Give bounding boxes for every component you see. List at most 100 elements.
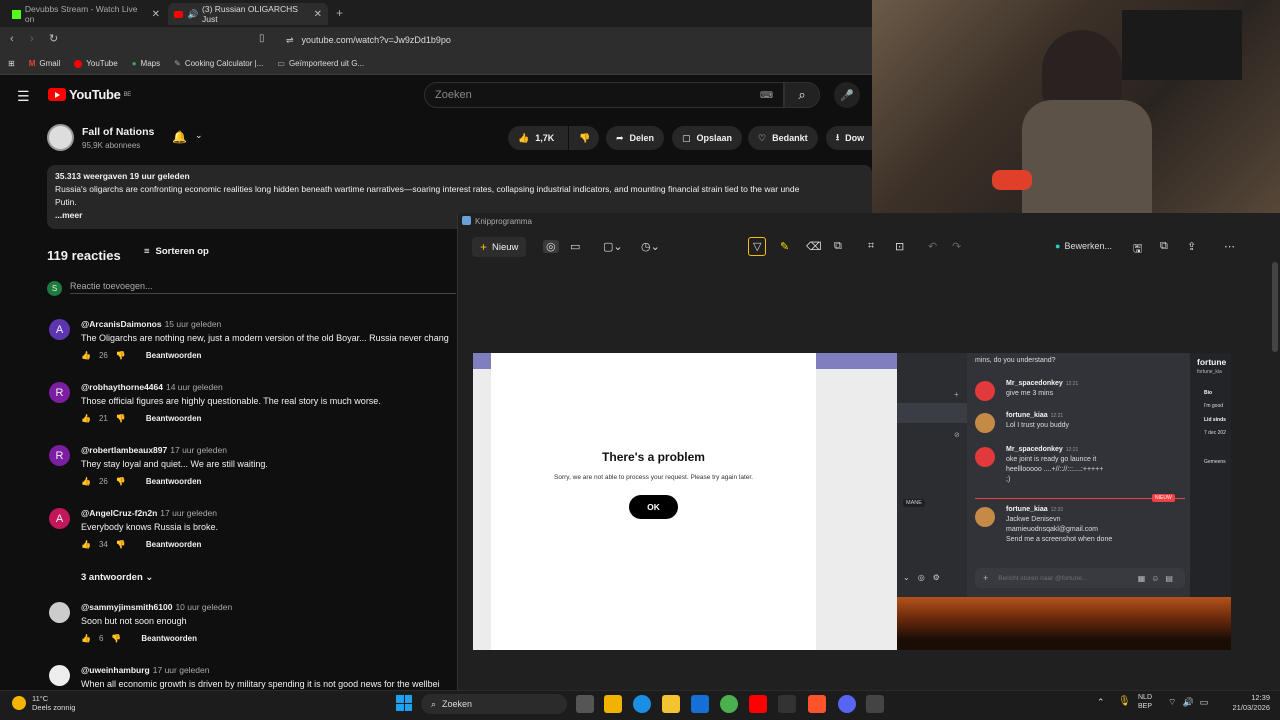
- redo-icon[interactable]: ↷: [952, 240, 961, 253]
- url-field[interactable]: ⇌ youtube.com/watch?v=Jw9zDd1b9po: [280, 31, 866, 49]
- download-button[interactable]: ⭳ Dow: [826, 126, 872, 150]
- youtube-app-icon[interactable]: [749, 695, 767, 713]
- bookmark-cooking[interactable]: ✎ Cooking Calculator |...: [174, 59, 263, 68]
- start-button[interactable]: [396, 695, 412, 711]
- tab-devubbs[interactable]: Devubbs Stream - Watch Live on ✕: [6, 3, 166, 25]
- new-snip-button[interactable]: + Nieuw: [472, 237, 527, 257]
- calculator-icon[interactable]: [778, 695, 796, 713]
- bookmark-icon[interactable]: ▯: [259, 33, 265, 44]
- comment-author[interactable]: @sammyjimsmith6100 10 uur geleden: [81, 602, 232, 612]
- microphone-icon[interactable]: 🎙: [1118, 696, 1131, 707]
- comment-author[interactable]: @AngelCruz-f2n2n 17 uur geleden: [81, 508, 217, 518]
- comment-avatar[interactable]: A: [49, 319, 70, 340]
- comment-avatar[interactable]: R: [49, 382, 70, 403]
- highlighter-icon[interactable]: ✎: [780, 240, 789, 253]
- reload-icon[interactable]: ↻: [49, 32, 58, 45]
- thumbs-up-icon[interactable]: 👍: [81, 414, 91, 423]
- comment-avatar[interactable]: [49, 665, 70, 686]
- back-icon[interactable]: ‹: [10, 33, 14, 45]
- close-icon[interactable]: ✕: [314, 9, 322, 20]
- timer-icon[interactable]: ◷⌄: [641, 240, 660, 253]
- thanks-button[interactable]: ♡ Bedankt: [748, 126, 818, 150]
- youtube-logo[interactable]: YouTube BE: [48, 87, 131, 102]
- copy-icon[interactable]: ⧉: [1160, 240, 1168, 253]
- profile-name: fortune: [1197, 357, 1227, 367]
- add-comment-input[interactable]: Reactie toevoegen...: [70, 281, 456, 294]
- reply-button[interactable]: Beantwoorden: [146, 540, 202, 549]
- edge-icon[interactable]: [633, 695, 651, 713]
- camera-icon[interactable]: ◎: [543, 240, 559, 253]
- reply-button[interactable]: Beantwoorden: [146, 477, 202, 486]
- comment-author[interactable]: @ArcanisDaimonos 15 uur geleden: [81, 319, 221, 329]
- reply-button[interactable]: Beantwoorden: [146, 351, 202, 360]
- clock[interactable]: 12:39 21/03/2026: [1208, 693, 1270, 713]
- new-tab-icon[interactable]: +: [336, 6, 343, 20]
- text-actions-icon[interactable]: ⊡: [895, 240, 904, 253]
- weather-widget[interactable]: 11°C Deels zonnig: [12, 694, 75, 712]
- channel-name[interactable]: Fall of Nations: [82, 126, 154, 138]
- like-button[interactable]: 👍 1,7K: [508, 126, 568, 150]
- channel-avatar[interactable]: [47, 124, 74, 151]
- outlook-icon[interactable]: [691, 695, 709, 713]
- undo-icon[interactable]: ↶: [928, 240, 937, 253]
- comment-author[interactable]: @uweinhamburg 17 uur geleden: [81, 665, 209, 675]
- notification-bell-button[interactable]: 🔔 ⌄: [172, 130, 203, 144]
- thumbs-down-icon[interactable]: 👎: [116, 477, 126, 486]
- replies-toggle[interactable]: 3 antwoorden ⌄: [81, 572, 153, 583]
- thumbs-up-icon[interactable]: 👍: [81, 540, 91, 549]
- save-icon[interactable]: 🖫: [1133, 240, 1142, 259]
- taskbar-search[interactable]: ⌕ Zoeken: [421, 694, 567, 714]
- thumbs-down-icon[interactable]: 👎: [116, 351, 126, 360]
- forward-icon[interactable]: ›: [30, 33, 34, 45]
- comment-author[interactable]: @robhaythorne4464 14 uur geleden: [81, 382, 223, 392]
- sort-button[interactable]: ≡ Sorteren op: [144, 246, 209, 257]
- eraser-icon[interactable]: ⌫: [806, 240, 822, 253]
- rectangle-mode-icon[interactable]: ▢⌄: [603, 240, 623, 253]
- reply-button[interactable]: Beantwoorden: [146, 414, 202, 423]
- bookmark-folder[interactable]: ▭ Geïmporteerd uit G...: [277, 59, 364, 68]
- edit-with-button[interactable]: ● Bewerken...: [1055, 241, 1112, 251]
- search-input[interactable]: Zoeken ⌨: [424, 82, 784, 108]
- thumbs-up-icon[interactable]: 👍: [81, 634, 91, 643]
- save-button[interactable]: ▢ Opslaan: [672, 126, 743, 150]
- search-button[interactable]: ⌕: [784, 82, 820, 108]
- shapes-icon[interactable]: ⧉: [834, 240, 842, 253]
- pen-icon[interactable]: ▽: [748, 237, 767, 256]
- comment-avatar[interactable]: R: [49, 445, 70, 466]
- discord-icon[interactable]: [838, 695, 856, 713]
- thumbs-up-icon[interactable]: 👍: [81, 477, 91, 486]
- keyboard-icon[interactable]: ⌨: [760, 90, 773, 101]
- video-icon[interactable]: ▭: [570, 240, 580, 253]
- comment-author[interactable]: @robertlambeaux897 17 uur geleden: [81, 445, 227, 455]
- thumbs-down-icon[interactable]: 👎: [111, 634, 121, 643]
- thumbs-down-icon[interactable]: 👎: [116, 414, 126, 423]
- crop-icon[interactable]: ⌗: [868, 240, 874, 253]
- tab-youtube[interactable]: 🔊 (3) Russian OLIGARCHS Just ✕: [168, 3, 328, 25]
- snipping-tool-taskbar-icon[interactable]: [866, 695, 884, 713]
- share-button[interactable]: ➦ Delen: [606, 126, 665, 150]
- close-icon[interactable]: ✕: [152, 9, 160, 20]
- comment-avatar[interactable]: [49, 602, 70, 623]
- share-icon[interactable]: ⇪: [1187, 240, 1196, 253]
- more-options-icon[interactable]: ⋯: [1224, 240, 1235, 253]
- brave-icon[interactable]: [808, 695, 826, 713]
- apps-icon[interactable]: ⊞: [8, 59, 15, 68]
- input-language[interactable]: NLD BEP: [1138, 693, 1152, 711]
- chrome-icon[interactable]: [720, 695, 738, 713]
- thumbs-down-icon[interactable]: 👎: [116, 540, 126, 549]
- comment-avatar[interactable]: A: [49, 508, 70, 529]
- bookmark-maps[interactable]: ● Maps: [132, 59, 160, 68]
- site-info-icon[interactable]: ⇌: [286, 35, 294, 46]
- voice-search-button[interactable]: 🎤: [834, 82, 860, 108]
- thumbs-up-icon[interactable]: 👍: [81, 351, 91, 360]
- store-icon[interactable]: [604, 695, 622, 713]
- file-explorer-icon[interactable]: [662, 695, 680, 713]
- reply-button[interactable]: Beantwoorden: [141, 634, 197, 643]
- scrollbar[interactable]: [1272, 262, 1278, 352]
- bookmark-youtube[interactable]: YouTube: [74, 59, 118, 68]
- bookmark-gmail[interactable]: M Gmail: [29, 59, 61, 68]
- task-view-icon[interactable]: [576, 695, 594, 713]
- chevron-up-icon[interactable]: ⌃: [1097, 697, 1105, 708]
- dislike-button[interactable]: 👎: [569, 126, 599, 150]
- hamburger-menu-icon[interactable]: ☰: [17, 88, 30, 105]
